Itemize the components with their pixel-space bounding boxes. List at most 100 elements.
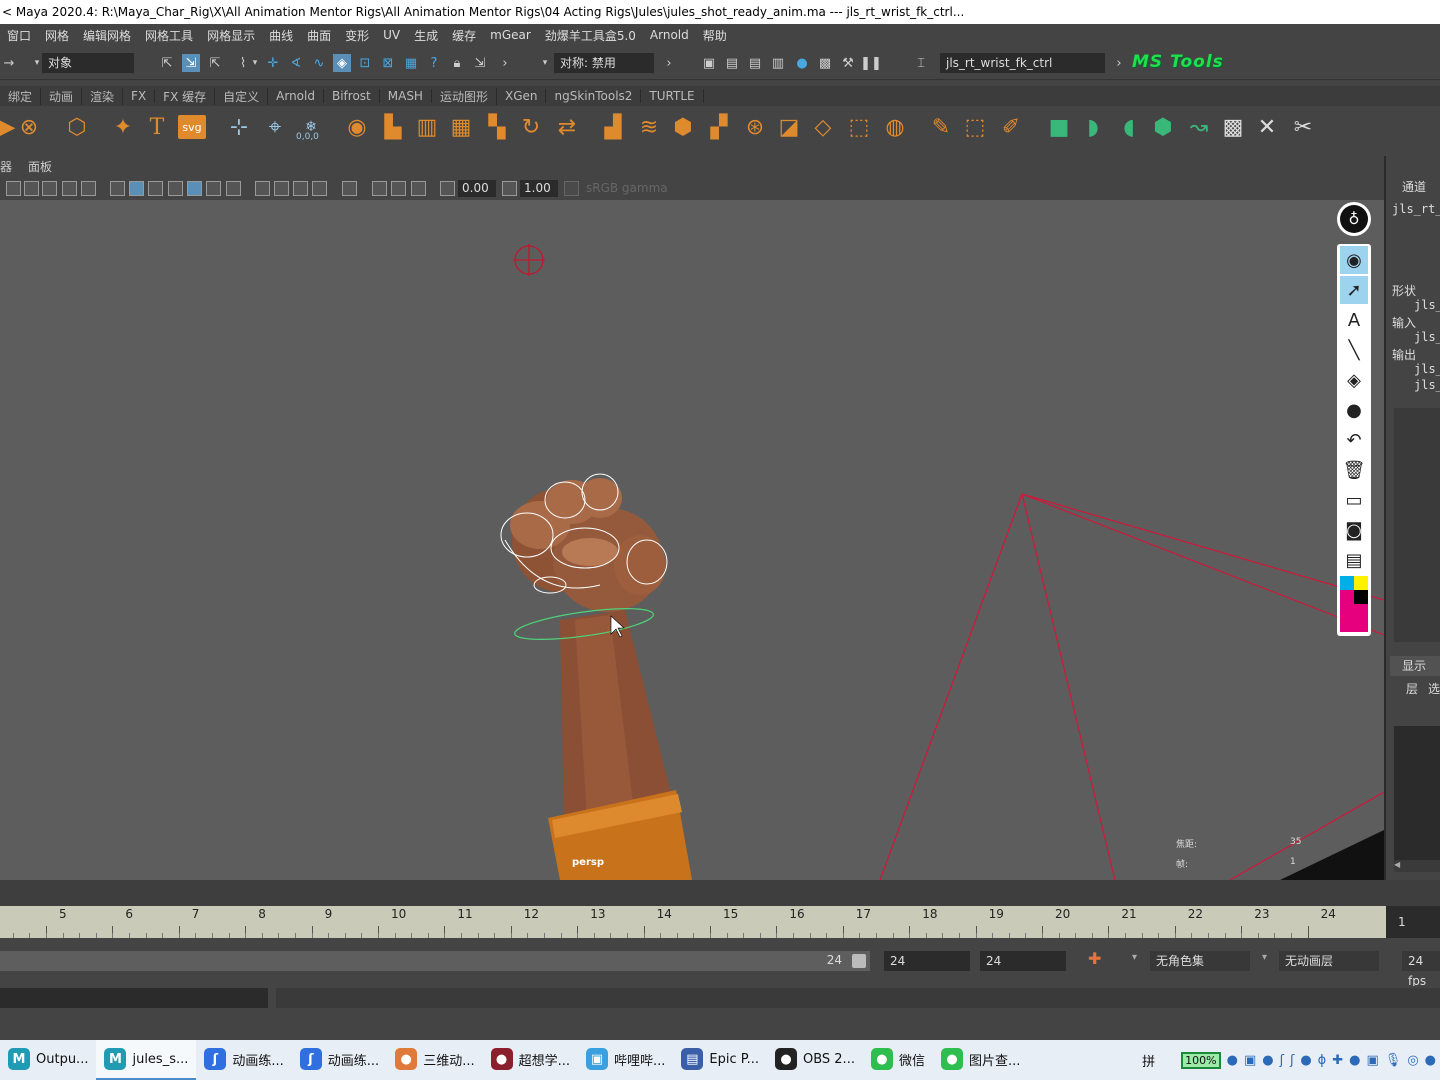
tray-user-icon[interactable]: ◎ — [1407, 1053, 1418, 1068]
battery-indicator[interactable]: 100% — [1181, 1051, 1221, 1069]
undo-icon[interactable]: ↶ — [1340, 426, 1368, 454]
wireframe-icon[interactable] — [110, 181, 125, 196]
line-tool-icon[interactable]: ╲ — [1340, 336, 1368, 364]
shelf-svg-icon[interactable]: svg — [178, 115, 206, 139]
ime-indicator[interactable]: 拼 — [1142, 1051, 1155, 1070]
tray-nvidia-icon[interactable]: ▣ — [1244, 1053, 1256, 1068]
shelf-tab-rigging[interactable]: 绑定 — [0, 87, 42, 105]
shelf-tab-xgen[interactable]: XGen — [497, 89, 547, 103]
dropdown-icon[interactable]: ▾ — [246, 54, 264, 72]
shelf-star-icon[interactable]: ✦ — [108, 112, 138, 142]
tray-wechat-icon[interactable]: ● — [1349, 1053, 1360, 1068]
menu-window[interactable]: 窗口 — [0, 27, 38, 44]
shelf-reset-icon[interactable]: ⌖ — [260, 112, 290, 142]
taskbar-item[interactable]: ● 图片查... — [933, 1040, 1028, 1080]
gamma-field[interactable]: 1.00 — [520, 180, 558, 197]
taskbar-item[interactable]: ● 三维动... — [387, 1040, 482, 1080]
image-plane-icon[interactable] — [42, 181, 57, 196]
menu-mesh-display[interactable]: 网格显示 — [200, 27, 262, 44]
character-set-dropdown[interactable]: 无角色集 — [1150, 951, 1250, 971]
channel-list[interactable] — [1394, 408, 1440, 642]
taskbar-item[interactable]: ● 微信 — [863, 1040, 933, 1080]
clipboard-icon[interactable]: ▤ — [1340, 546, 1368, 574]
shelf-checker-icon[interactable]: ▩ — [1218, 112, 1248, 142]
smooth-shade-icon[interactable] — [129, 181, 144, 196]
output-node[interactable]: jls_ — [1414, 378, 1440, 392]
color-mgmt-icon[interactable] — [564, 181, 579, 196]
shadows-icon[interactable] — [226, 181, 241, 196]
panel-menu-panels[interactable]: 面板 — [20, 158, 60, 175]
taskbar-item[interactable]: ▣ 哔哩哔... — [578, 1040, 673, 1080]
shelf-pen-icon[interactable]: ✎ — [926, 112, 956, 142]
options-tab[interactable]: 选 — [1428, 680, 1440, 697]
shelf-layers-icon[interactable]: ◉ — [342, 112, 372, 142]
section-inputs[interactable]: 输入 — [1392, 314, 1416, 331]
wire-on-shaded-icon[interactable] — [168, 181, 183, 196]
shelf-pivot-icon[interactable]: ⊹ — [224, 112, 254, 142]
tray-u-icon[interactable]: ϕ — [1318, 1053, 1327, 1068]
camera-attr-icon[interactable] — [24, 181, 39, 196]
taskbar-item[interactable]: Mjules_s... — [96, 1040, 197, 1080]
shelf-stack-icon[interactable]: ≋ — [634, 112, 664, 142]
shelf-tools-icon[interactable]: ✂ — [1288, 112, 1318, 142]
snap-grid-icon[interactable]: ✛ — [264, 54, 282, 72]
xray-joints-icon[interactable] — [391, 181, 406, 196]
motion-blur-icon[interactable] — [274, 181, 289, 196]
animation-end-field[interactable]: 24 — [980, 951, 1066, 971]
menu-curves[interactable]: 曲线 — [262, 27, 300, 44]
gamma-icon[interactable] — [502, 181, 517, 196]
color-space-dropdown[interactable]: sRGB gamma — [582, 180, 758, 197]
input-mode-icon[interactable]: ⌶ — [912, 54, 930, 72]
snap-view-icon[interactable]: ◈ — [333, 54, 351, 72]
shelf-tab-fx[interactable]: FX — [123, 89, 156, 103]
swatch-black[interactable] — [1354, 590, 1368, 604]
render-settings-icon[interactable]: ▥ — [769, 54, 787, 72]
symmetry-dropdown[interactable]: 对称: 禁用 — [554, 53, 654, 73]
current-frame-box[interactable]: 1 — [1386, 906, 1440, 938]
menu-mesh[interactable]: 网格 — [38, 27, 76, 44]
menu-mesh-tools[interactable]: 网格工具 — [138, 27, 200, 44]
xray-comp-icon[interactable] — [411, 181, 426, 196]
shelf-green-cube-icon[interactable]: ⬢ — [1148, 112, 1178, 142]
shelf-cube-icon[interactable]: ⬢ — [668, 112, 698, 142]
shelf-grid-icon[interactable]: ▦ — [446, 112, 476, 142]
layer-list[interactable] — [1394, 726, 1440, 860]
swatch-magenta[interactable] — [1340, 590, 1354, 604]
taskbar-item[interactable]: ● OBS 2... — [767, 1040, 863, 1080]
shelf-green-shape-icon[interactable]: ◖ — [1114, 112, 1144, 142]
aa-icon[interactable] — [293, 181, 308, 196]
shelf-green-bowl-icon[interactable]: ◗ — [1078, 112, 1108, 142]
separator-arrow-icon[interactable]: › — [660, 54, 678, 72]
snap-vertex-icon[interactable]: ⊠ — [379, 54, 397, 72]
panel-menu-renderer[interactable]: 器 — [0, 158, 20, 175]
clapper-icon[interactable]: ▤ — [723, 54, 741, 72]
output-node[interactable]: jls_ — [1414, 362, 1440, 376]
shelf-tab-motion-graphics[interactable]: 运动图形 — [432, 87, 497, 105]
shelf-tab-mash[interactable]: MASH — [380, 89, 432, 103]
shelf-tab-rendering[interactable]: 渲染 — [82, 87, 124, 105]
shelf-sphere-cut-icon[interactable]: ⊗ — [14, 112, 44, 142]
film-gate-icon[interactable] — [81, 181, 96, 196]
shelf-plane-icon[interactable]: ◇ — [808, 112, 838, 142]
pause-icon[interactable]: ❚❚ — [860, 54, 882, 72]
shelf-mirror-icon[interactable]: ▥ — [412, 112, 442, 142]
section-outputs[interactable]: 输出 — [1392, 346, 1416, 363]
eraser-icon[interactable]: ◈ — [1340, 366, 1368, 394]
swatch-cyan[interactable] — [1340, 576, 1354, 590]
shelf-sphere-icon[interactable]: ◍ — [880, 112, 910, 142]
shelf-text-icon[interactable]: T — [142, 112, 172, 142]
render-seq-icon[interactable]: ⚒ — [839, 54, 857, 72]
range-handle[interactable] — [852, 954, 866, 968]
shelf-combine-icon[interactable]: ▙ — [378, 112, 408, 142]
hypershade-icon[interactable]: ● — [793, 54, 811, 72]
swatch-yellow[interactable] — [1354, 576, 1368, 590]
tray-network-icon[interactable]: ▣ — [1367, 1053, 1379, 1068]
textured-icon[interactable] — [187, 181, 202, 196]
current-frame-field[interactable]: 1 — [1398, 915, 1406, 929]
range-slider-bar[interactable]: 24 — [0, 951, 870, 971]
arrow-icon[interactable]: → — [0, 54, 18, 72]
menu-surfaces[interactable]: 曲面 — [300, 27, 338, 44]
shelf-green-box-icon[interactable]: ■ — [1044, 112, 1074, 142]
object-name[interactable]: jls_rt_ — [1392, 202, 1440, 216]
shelf-platonic-icon[interactable]: ⬡ — [62, 112, 92, 142]
